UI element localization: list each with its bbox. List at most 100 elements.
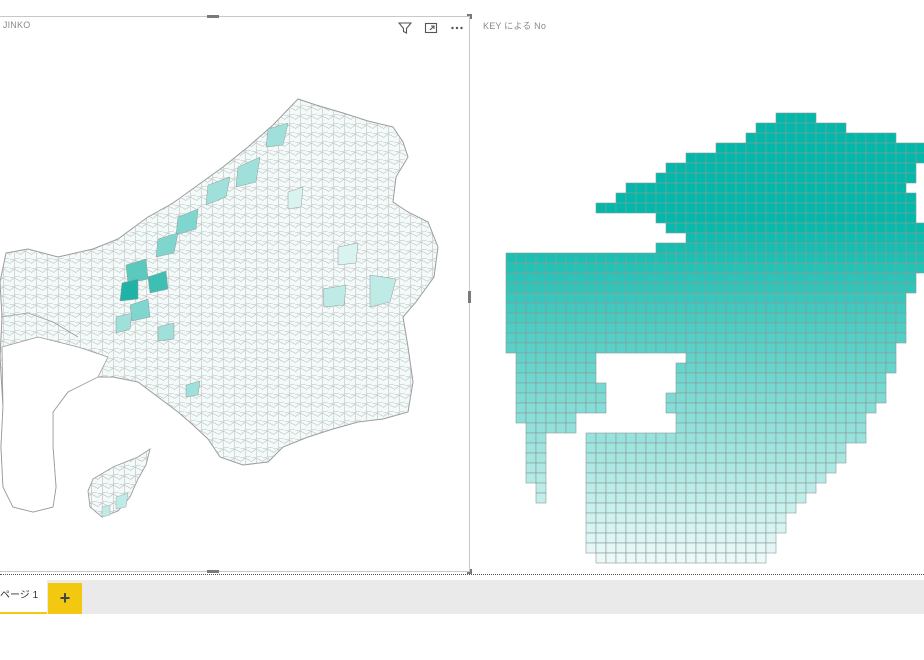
grid-cell[interactable] — [865, 372, 877, 384]
grid-cell[interactable] — [675, 512, 687, 524]
grid-cell[interactable] — [845, 282, 857, 294]
grid-cell[interactable] — [815, 462, 827, 474]
grid-cell[interactable] — [645, 432, 657, 444]
grid-cell[interactable] — [795, 212, 807, 224]
grid-cell[interactable] — [895, 242, 907, 254]
grid-cell[interactable] — [565, 282, 577, 294]
grid-cell[interactable] — [635, 332, 647, 344]
grid-cell[interactable] — [525, 402, 537, 414]
grid-cell[interactable] — [805, 282, 817, 294]
grid-cell[interactable] — [505, 322, 517, 334]
grid-cell[interactable] — [585, 442, 597, 454]
grid-cell[interactable] — [795, 442, 807, 454]
grid-cell[interactable] — [715, 392, 727, 404]
grid-cell[interactable] — [855, 162, 867, 174]
grid-cell[interactable] — [575, 392, 587, 404]
grid-cell[interactable] — [565, 412, 577, 424]
grid-cell[interactable] — [595, 492, 607, 504]
grid-cell[interactable] — [625, 282, 637, 294]
grid-cell[interactable] — [785, 112, 797, 124]
grid-cell[interactable] — [665, 172, 677, 184]
grid-cell[interactable] — [685, 512, 697, 524]
grid-cell[interactable] — [645, 542, 657, 554]
grid-cell[interactable] — [765, 282, 777, 294]
grid-cell[interactable] — [615, 322, 627, 334]
grid-cell[interactable] — [525, 422, 537, 434]
grid-cell[interactable] — [825, 362, 837, 374]
grid-cell[interactable] — [655, 302, 667, 314]
grid-cell[interactable] — [545, 332, 557, 344]
grid-cell[interactable] — [695, 362, 707, 374]
grid-cell[interactable] — [695, 542, 707, 554]
grid-cell[interactable] — [585, 252, 597, 264]
grid-cell[interactable] — [605, 202, 617, 214]
grid-cell[interactable] — [885, 342, 897, 354]
grid-cell[interactable] — [795, 222, 807, 234]
grid-cell[interactable] — [535, 352, 547, 364]
grid-cell[interactable] — [795, 392, 807, 404]
grid-cell[interactable] — [695, 472, 707, 484]
grid-cell[interactable] — [625, 512, 637, 524]
grid-cell[interactable] — [585, 402, 597, 414]
grid-cell[interactable] — [725, 222, 737, 234]
grid-cell[interactable] — [645, 442, 657, 454]
grid-cell[interactable] — [725, 192, 737, 204]
grid-cell[interactable] — [705, 172, 717, 184]
grid-cell[interactable] — [755, 132, 767, 144]
grid-cell[interactable] — [655, 212, 667, 224]
grid-cell[interactable] — [545, 372, 557, 384]
grid-cell[interactable] — [745, 242, 757, 254]
grid-cell[interactable] — [545, 402, 557, 414]
grid-cell[interactable] — [645, 522, 657, 534]
grid-cell[interactable] — [865, 332, 877, 344]
grid-cell[interactable] — [835, 432, 847, 444]
grid-cell[interactable] — [515, 372, 527, 384]
grid-cell[interactable] — [865, 262, 877, 274]
grid-cell[interactable] — [755, 272, 767, 284]
grid-cell[interactable] — [675, 372, 687, 384]
grid-cell[interactable] — [745, 392, 757, 404]
grid-cell[interactable] — [805, 472, 817, 484]
grid-cell[interactable] — [555, 272, 567, 284]
grid-cell[interactable] — [705, 532, 717, 544]
grid-cell[interactable] — [735, 202, 747, 214]
grid-cell[interactable] — [715, 432, 727, 444]
grid-cell[interactable] — [655, 252, 667, 264]
grid-cell[interactable] — [725, 202, 737, 214]
grid-cell[interactable] — [725, 422, 737, 434]
grid-cell[interactable] — [595, 502, 607, 514]
grid-cell[interactable] — [845, 342, 857, 354]
grid-cell[interactable] — [825, 302, 837, 314]
grid-cell[interactable] — [875, 212, 887, 224]
grid-cell[interactable] — [825, 332, 837, 344]
grid-cell[interactable] — [735, 222, 747, 234]
grid-cell[interactable] — [855, 322, 867, 334]
grid-cell[interactable] — [895, 212, 907, 224]
grid-cell[interactable] — [745, 462, 757, 474]
grid-cell[interactable] — [625, 472, 637, 484]
grid-cell[interactable] — [845, 272, 857, 284]
grid-cell[interactable] — [535, 392, 547, 404]
grid-cell[interactable] — [705, 372, 717, 384]
grid-cell[interactable] — [905, 152, 917, 164]
grid-cell[interactable] — [565, 312, 577, 324]
grid-cell[interactable] — [705, 542, 717, 554]
grid-cell[interactable] — [605, 512, 617, 524]
grid-cell[interactable] — [665, 292, 677, 304]
grid-cell[interactable] — [805, 372, 817, 384]
grid-cell[interactable] — [715, 442, 727, 454]
grid-cell[interactable] — [875, 352, 887, 364]
grid-cell[interactable] — [755, 282, 767, 294]
grid-cell[interactable] — [665, 162, 677, 174]
grid-cell[interactable] — [705, 432, 717, 444]
grid-cell[interactable] — [555, 282, 567, 294]
grid-cell[interactable] — [725, 462, 737, 474]
grid-cell[interactable] — [605, 262, 617, 274]
grid-cell[interactable] — [585, 462, 597, 474]
grid-cell[interactable] — [535, 462, 547, 474]
grid-cell[interactable] — [715, 292, 727, 304]
grid-cell[interactable] — [765, 372, 777, 384]
grid-cell[interactable] — [595, 342, 607, 354]
grid-cell[interactable] — [675, 302, 687, 314]
grid-cell[interactable] — [525, 372, 537, 384]
